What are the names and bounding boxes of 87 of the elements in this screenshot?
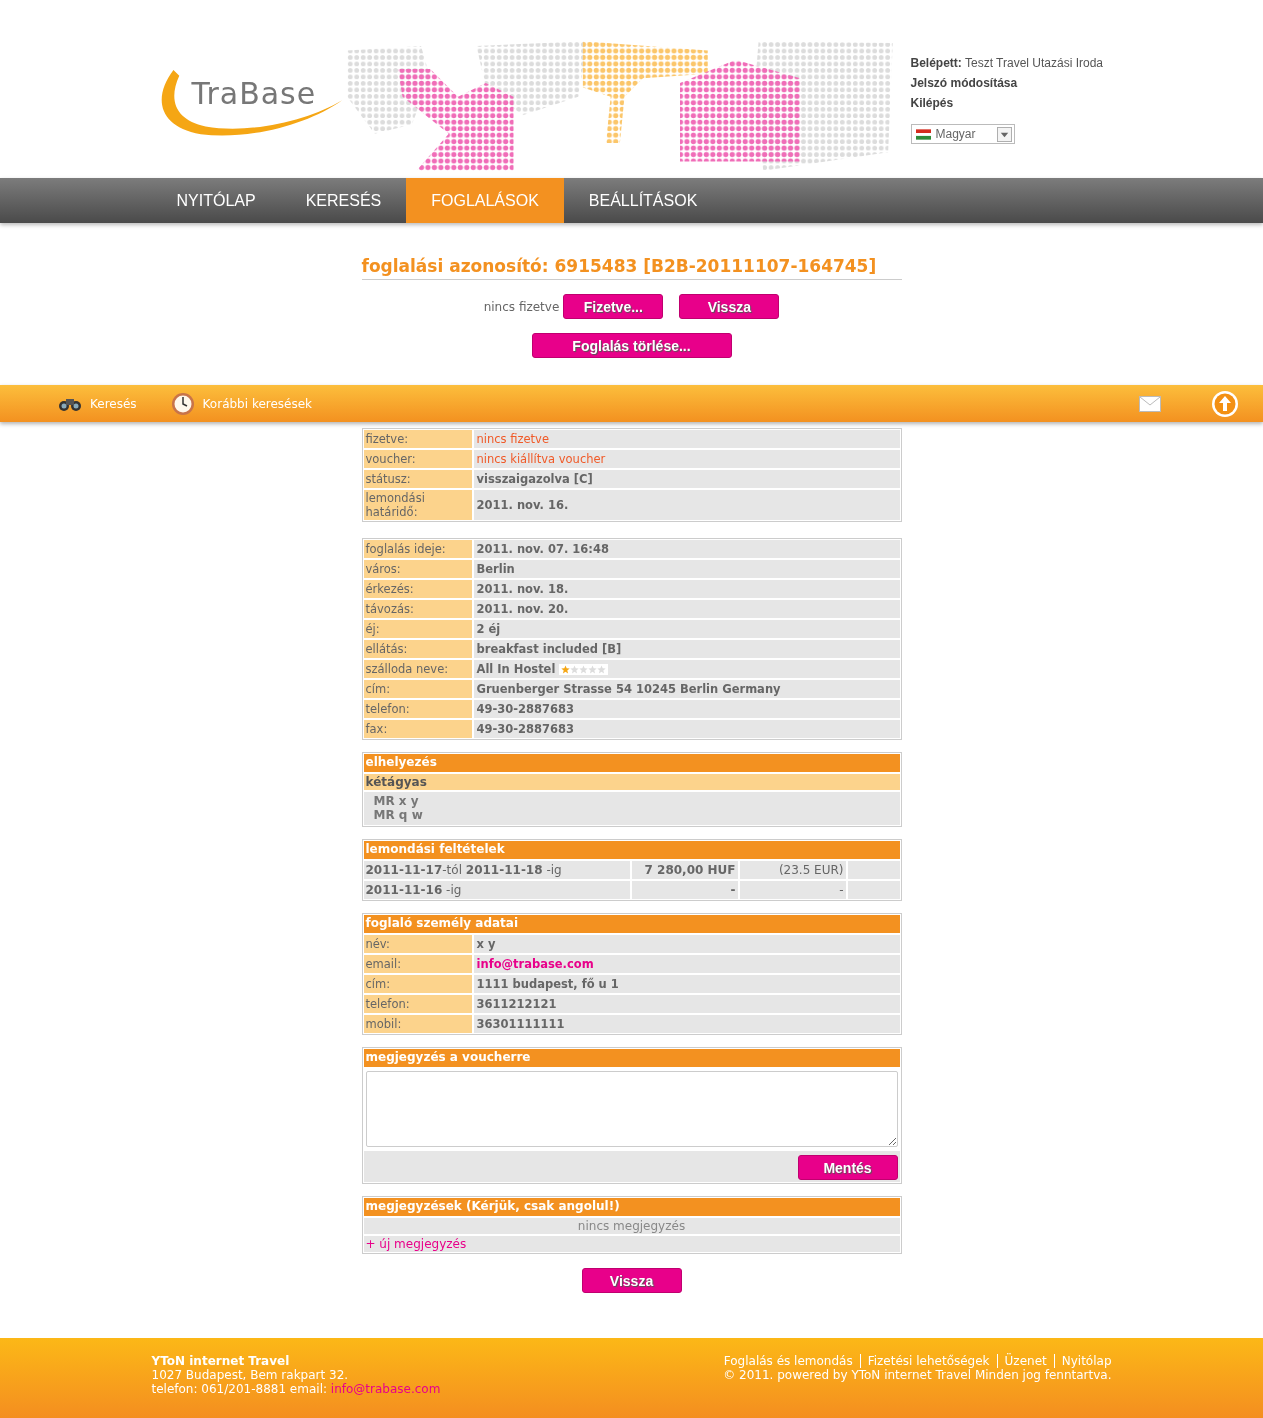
action-button[interactable]: Vissza bbox=[679, 294, 780, 319]
field-value: breakfast included [B] bbox=[473, 640, 900, 658]
section-heading: lemondási feltételek bbox=[363, 841, 900, 859]
field-value: 36301111111 bbox=[473, 1015, 900, 1033]
company-name: YToN internet Travel bbox=[151, 1354, 291, 1368]
table-cell: 7 280,00 HUF bbox=[631, 861, 738, 879]
copyright-text: © 2011. powered by YToN internet Travel Minden jog fenntartva. bbox=[722, 1368, 1112, 1382]
save-button[interactable]: Mentés bbox=[797, 1155, 898, 1180]
field-label: fax: bbox=[363, 720, 472, 738]
guest-name: MR q w bbox=[373, 808, 424, 822]
note-input-field[interactable] bbox=[365, 1071, 898, 1147]
field-label: lemondási határidő: bbox=[363, 490, 472, 520]
field-value: 2011. nov. 18. bbox=[473, 580, 900, 598]
section-heading: megjegyzés a voucherre bbox=[363, 1049, 900, 1067]
table-cell: (23.5 EUR) bbox=[739, 861, 846, 879]
field-value: 2011. nov. 07. 16:48 bbox=[473, 540, 900, 558]
field-value: Berlin bbox=[473, 560, 900, 578]
field-value: 2 éj bbox=[473, 620, 900, 638]
company-address: 1027 Budapest, Bem rakpart 32. bbox=[151, 1368, 350, 1382]
field-label: cím: bbox=[363, 975, 472, 993]
table-cell bbox=[847, 861, 900, 879]
field-label: mobil: bbox=[363, 1015, 472, 1033]
field-value: 1111 budapest, fő u 1 bbox=[473, 975, 900, 993]
contact-info: telefon: 061/201-8881 email: bbox=[151, 1382, 327, 1396]
booking-id-heading: foglalási azonosító: 6915483 [B2B-20111107-164745] bbox=[361, 256, 902, 280]
field-value: Gruenberger Strasse 54 10245 Berlin Germany bbox=[473, 680, 900, 698]
nav-tab[interactable]: BEÁLLÍTÁSOK bbox=[563, 178, 723, 223]
field-label: szálloda neve: bbox=[363, 660, 472, 678]
room-type: kétágyas bbox=[363, 774, 900, 790]
section-heading: megjegyzések (Kérjük, csak angolul!) bbox=[363, 1198, 900, 1216]
flag-icon bbox=[915, 128, 931, 140]
field-value: nincs fizetve bbox=[473, 430, 900, 448]
field-value: 49-30-2887683 bbox=[473, 700, 900, 718]
star-icon bbox=[561, 664, 571, 674]
section-heading: elhelyezés bbox=[363, 754, 900, 772]
section-heading: foglaló személy adatai bbox=[363, 915, 900, 933]
field-label: voucher: bbox=[363, 450, 472, 468]
table-cell: - bbox=[631, 881, 738, 899]
table-cell: 2011-11-17-tól 2011-11-18 -ig bbox=[363, 861, 630, 879]
nav-tab[interactable]: FOGLALÁSOK bbox=[406, 178, 564, 223]
field-label: cím: bbox=[363, 680, 472, 698]
field-value: 2011. nov. 16. bbox=[473, 490, 900, 520]
trabase-logo[interactable]: TraBase bbox=[151, 66, 347, 146]
star-icon bbox=[597, 664, 607, 674]
scroll-up-icon[interactable] bbox=[1211, 389, 1239, 418]
field-label: távozás: bbox=[363, 600, 472, 618]
star-icon bbox=[570, 664, 580, 674]
add-note-link[interactable]: + új megjegyzés bbox=[365, 1237, 467, 1251]
caret-icon bbox=[996, 126, 1012, 142]
field-value: All In Hostel bbox=[476, 662, 556, 676]
account-link[interactable]: Kilépés bbox=[910, 96, 954, 110]
nav-tab[interactable]: KERESÉS bbox=[280, 178, 407, 223]
field-value: 3611212121 bbox=[473, 995, 900, 1013]
field-label: éj: bbox=[363, 620, 472, 638]
envelope-icon[interactable] bbox=[1139, 395, 1161, 412]
field-label: státusz: bbox=[363, 470, 472, 488]
star-icon bbox=[588, 664, 598, 674]
field-value: visszaigazolva [C] bbox=[473, 470, 900, 488]
field-value: nincs kiállítva voucher bbox=[473, 450, 900, 468]
empty-notes-message: nincs megjegyzés bbox=[363, 1218, 900, 1234]
table-cell: 2011-11-16 -ig bbox=[363, 881, 630, 899]
nav-tab[interactable]: NYITÓLAP bbox=[151, 178, 281, 223]
field-label: telefon: bbox=[363, 700, 472, 718]
field-label: város: bbox=[363, 560, 472, 578]
action-button[interactable]: Fizetve... bbox=[563, 294, 664, 319]
language-select[interactable]: Magyar bbox=[910, 124, 1015, 144]
guest-name: MR x y bbox=[373, 794, 420, 808]
field-label: érkezés: bbox=[363, 580, 472, 598]
field-value: info@trabase.com bbox=[473, 955, 900, 973]
payment-status: nincs fizetve bbox=[483, 299, 560, 314]
field-label: telefon: bbox=[363, 995, 472, 1013]
field-value: 49-30-2887683 bbox=[473, 720, 900, 738]
field-value: 2011. nov. 20. bbox=[473, 600, 900, 618]
field-label: foglalás ideje: bbox=[363, 540, 472, 558]
logged-in-user: Belépett: Teszt Travel Utazási Iroda bbox=[910, 56, 1103, 70]
table-cell: - bbox=[739, 881, 846, 899]
field-label: ellátás: bbox=[363, 640, 472, 658]
field-value: x y bbox=[473, 935, 900, 953]
field-label: név: bbox=[363, 935, 472, 953]
table-cell bbox=[847, 881, 900, 899]
delete-booking-button[interactable]: Foglalás törlése... bbox=[531, 333, 732, 358]
back-button[interactable]: Vissza bbox=[581, 1268, 682, 1293]
field-label: email: bbox=[363, 955, 472, 973]
account-link[interactable]: Jelszó módosítása bbox=[910, 76, 1018, 90]
clock-icon bbox=[170, 391, 195, 416]
star-icon bbox=[579, 664, 589, 674]
field-label: fizetve: bbox=[363, 430, 472, 448]
